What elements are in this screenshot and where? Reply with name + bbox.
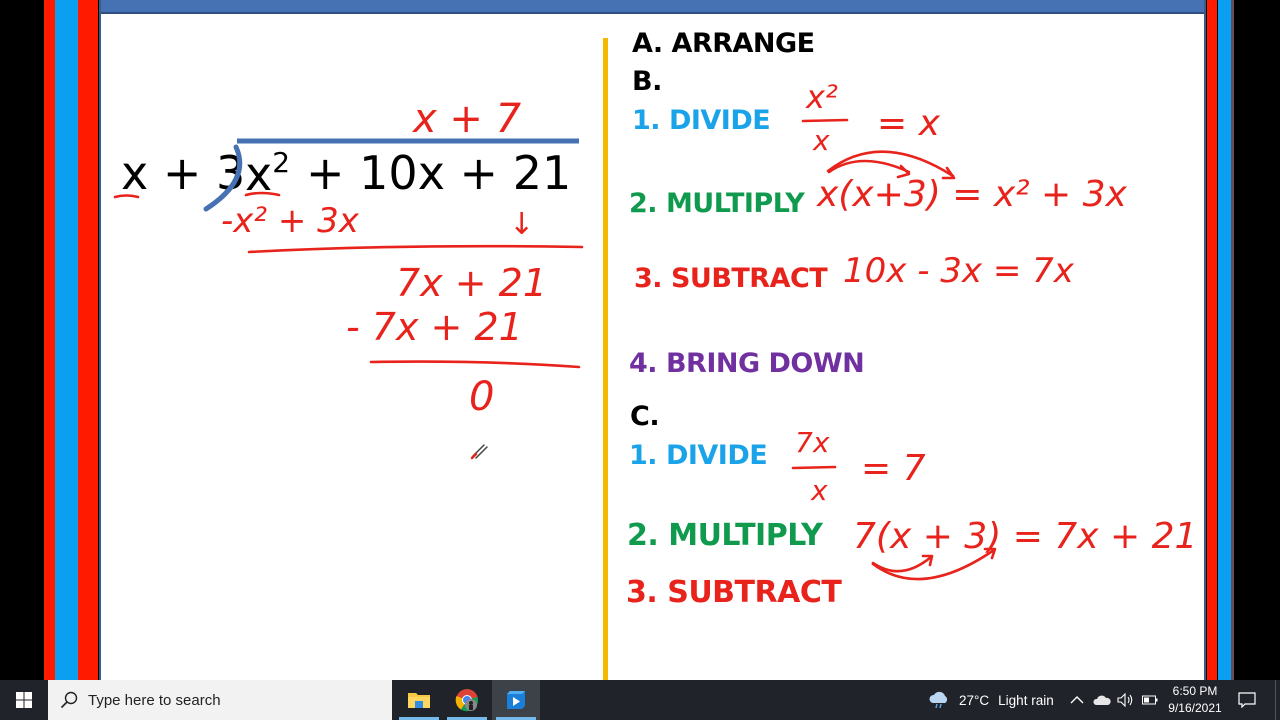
slide-canvas: x + 3 x2 + 10x + 21 A. ARRANGE B. 1. DIV… <box>99 0 1206 680</box>
speaker-icon <box>1117 693 1133 707</box>
ink-c-divide-numerator: 7x <box>795 426 830 459</box>
clock-time: 6:50 PM <box>1172 684 1218 698</box>
taskbar-app-video-player[interactable] <box>492 680 540 720</box>
taskbar-app-file-explorer[interactable] <box>395 680 443 720</box>
handwritten-ink-layer: x + 7 -x² + 3x ↓ 7x + 21 - 7x + 21 0 x² … <box>113 78 1197 581</box>
start-button[interactable] <box>0 680 48 720</box>
ink-line-2 <box>369 360 581 369</box>
taskbar-search-box[interactable]: Type here to search <box>48 680 392 720</box>
battery-icon <box>1142 695 1158 705</box>
ink-b-divide-result: = x <box>877 103 941 144</box>
ink-line-1 <box>247 244 584 254</box>
onedrive-button[interactable] <box>1093 680 1111 720</box>
search-icon <box>60 691 78 709</box>
chrome-icon <box>455 689 479 712</box>
notification-icon <box>1238 692 1256 708</box>
chevron-up-icon <box>1070 696 1084 704</box>
left-stripe-red-outer <box>44 0 55 680</box>
video-player-icon <box>507 691 525 709</box>
ink-bring-down-arrow: ↓ <box>509 207 534 242</box>
show-hidden-icons-button[interactable] <box>1070 680 1084 720</box>
ink-b-divide-fraction-bar <box>801 118 849 123</box>
onedrive-cloud-icon <box>1093 695 1111 705</box>
ink-c-multiply-work: 7(x + 3) = 7x + 21 <box>853 516 1197 557</box>
rain-cloud-icon <box>929 691 948 709</box>
system-clock[interactable]: 6:50 PM 9/16/2021 <box>1160 683 1230 717</box>
windows-logo-icon <box>16 692 32 708</box>
ink-c-divide-result: = 7 <box>861 448 926 489</box>
ink-first-remainder: 7x + 21 <box>396 261 547 305</box>
ink-quotient: x + 7 <box>411 96 522 142</box>
right-stripe-edge <box>1231 0 1234 680</box>
search-placeholder: Type here to search <box>88 691 221 709</box>
ink-underline-divisor-x <box>113 194 140 199</box>
ink-b-multiply-work: x(x+3) = x² + 3x <box>816 174 1128 215</box>
taskbar-app-chrome[interactable] <box>443 680 491 720</box>
right-stripe-red <box>1207 0 1217 680</box>
ink-final-remainder: 0 <box>469 374 494 420</box>
left-stripe-red-inner <box>78 0 98 680</box>
ink-b-subtract-work: 10x - 3x = 7x <box>843 251 1075 291</box>
ink-underline-dividend-x <box>244 191 281 197</box>
ink-second-product: - 7x + 21 <box>346 305 523 349</box>
clock-date: 9/16/2021 <box>1168 701 1222 715</box>
notification-center-button[interactable] <box>1238 680 1256 720</box>
ink-c-divide-fraction-bar <box>791 465 837 470</box>
folder-icon <box>408 693 430 708</box>
volume-button[interactable] <box>1117 680 1135 720</box>
left-stripe-blue <box>55 0 78 680</box>
ink-c-divide-denominator: x <box>810 474 828 507</box>
battery-button[interactable] <box>1142 680 1158 720</box>
pen-cursor-icon <box>470 444 488 460</box>
taskbar: Type here to search 27°C Light rain 6:50… <box>0 680 1280 720</box>
ink-first-product: -x² + 3x <box>221 201 360 241</box>
show-desktop-button[interactable] <box>1275 680 1276 720</box>
right-stripe-blue <box>1218 0 1231 680</box>
weather-widget[interactable]: 27°C Light rain <box>928 680 1054 720</box>
ink-b-divide-denominator: x <box>812 124 830 157</box>
ink-b-divide-numerator: x² <box>805 78 838 116</box>
weather-description: Light rain <box>998 692 1054 708</box>
weather-temperature: 27°C <box>959 692 990 708</box>
